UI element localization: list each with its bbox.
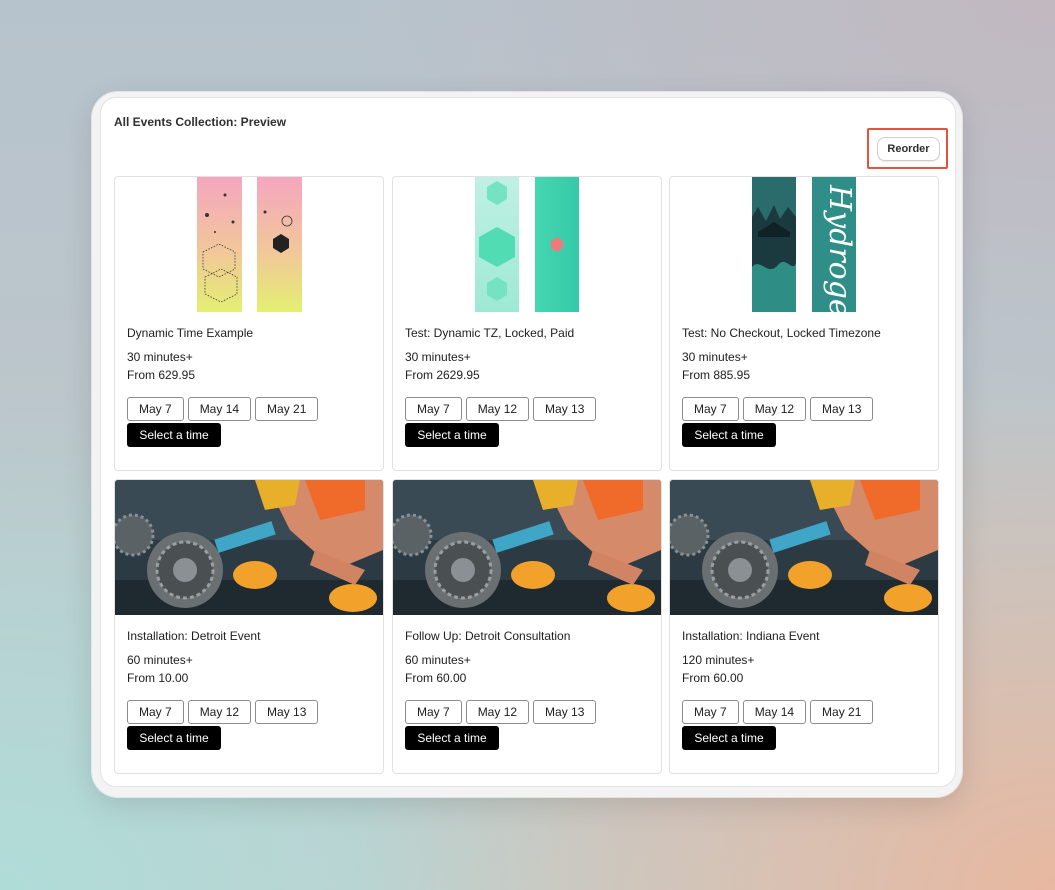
date-chip[interactable]: May 7 bbox=[682, 700, 739, 724]
date-chip[interactable]: May 7 bbox=[127, 700, 184, 724]
product-image-mechanic-gears[interactable] bbox=[670, 480, 938, 615]
product-price: From 885.95 bbox=[682, 368, 751, 382]
date-options: May 7 May 12 May 13 bbox=[405, 700, 597, 724]
date-chip[interactable]: May 13 bbox=[810, 397, 874, 421]
product-card[interactable]: Installation: Indiana Event 120 minutes+… bbox=[669, 479, 939, 774]
product-name[interactable]: Test: Dynamic TZ, Locked, Paid bbox=[405, 326, 574, 340]
product-name[interactable]: Installation: Indiana Event bbox=[682, 629, 819, 643]
product-duration: 30 minutes+ bbox=[405, 350, 471, 364]
date-chip[interactable]: May 12 bbox=[187, 700, 252, 724]
date-chip[interactable]: May 7 bbox=[682, 397, 739, 421]
date-chip[interactable]: May 12 bbox=[742, 397, 807, 421]
product-card[interactable]: Follow Up: Detroit Consultation 60 minut… bbox=[392, 479, 662, 774]
page-title: All Events Collection: Preview bbox=[114, 115, 287, 129]
product-name[interactable]: Follow Up: Detroit Consultation bbox=[405, 629, 570, 643]
product-duration: 60 minutes+ bbox=[405, 653, 471, 667]
hydrogen-script-text: Hydrogen bbox=[822, 184, 857, 312]
date-options: May 7 May 14 May 21 bbox=[127, 397, 319, 421]
date-options: May 7 May 12 May 13 bbox=[682, 397, 874, 421]
product-card[interactable]: Test: Dynamic TZ, Locked, Paid 30 minute… bbox=[392, 176, 662, 471]
product-image-mechanic-gears[interactable] bbox=[115, 480, 383, 615]
date-chip[interactable]: May 13 bbox=[533, 397, 597, 421]
date-chip[interactable]: May 14 bbox=[742, 700, 807, 724]
date-chip[interactable]: May 14 bbox=[187, 397, 252, 421]
select-time-button[interactable]: Select a time bbox=[405, 423, 499, 447]
select-time-button[interactable]: Select a time bbox=[682, 726, 776, 750]
product-name[interactable]: Installation: Detroit Event bbox=[127, 629, 260, 643]
product-card[interactable]: Dynamic Time Example 30 minutes+ From 62… bbox=[114, 176, 384, 471]
date-chip[interactable]: May 7 bbox=[127, 397, 184, 421]
select-time-button[interactable]: Select a time bbox=[405, 726, 499, 750]
date-chip[interactable]: May 7 bbox=[405, 397, 462, 421]
product-name[interactable]: Test: No Checkout, Locked Timezone bbox=[682, 326, 881, 340]
select-time-button[interactable]: Select a time bbox=[127, 423, 221, 447]
product-image-snowboard-pink[interactable] bbox=[115, 177, 383, 312]
select-time-button[interactable]: Select a time bbox=[127, 726, 221, 750]
date-options: May 7 May 12 May 13 bbox=[405, 397, 597, 421]
date-chip[interactable]: May 13 bbox=[255, 700, 319, 724]
product-price: From 60.00 bbox=[405, 671, 467, 685]
product-price: From 60.00 bbox=[682, 671, 744, 685]
product-image-snowboard-mint[interactable] bbox=[393, 177, 661, 312]
date-chip[interactable]: May 12 bbox=[465, 397, 530, 421]
product-card[interactable]: Hydrogen Test: No Checkout, Locked Timez… bbox=[669, 176, 939, 471]
date-chip[interactable]: May 13 bbox=[533, 700, 597, 724]
reorder-button[interactable]: Reorder bbox=[877, 137, 940, 161]
select-time-button[interactable]: Select a time bbox=[682, 423, 776, 447]
product-duration: 120 minutes+ bbox=[682, 653, 755, 667]
product-image-mechanic-gears[interactable] bbox=[393, 480, 661, 615]
preview-screen: All Events Collection: Preview Reorder D… bbox=[100, 97, 956, 787]
date-chip[interactable]: May 7 bbox=[405, 700, 462, 724]
product-name[interactable]: Dynamic Time Example bbox=[127, 326, 253, 340]
product-price: From 629.95 bbox=[127, 368, 196, 382]
date-chip[interactable]: May 21 bbox=[255, 397, 319, 421]
product-price: From 2629.95 bbox=[405, 368, 480, 382]
date-options: May 7 May 14 May 21 bbox=[682, 700, 874, 724]
product-card[interactable]: Installation: Detroit Event 60 minutes+ … bbox=[114, 479, 384, 774]
date-chip[interactable]: May 12 bbox=[465, 700, 530, 724]
device-frame: All Events Collection: Preview Reorder D… bbox=[92, 92, 962, 797]
product-duration: 30 minutes+ bbox=[682, 350, 748, 364]
product-duration: 60 minutes+ bbox=[127, 653, 193, 667]
product-duration: 30 minutes+ bbox=[127, 350, 193, 364]
product-price: From 10.00 bbox=[127, 671, 189, 685]
product-image-snowboard-hydrogen[interactable]: Hydrogen bbox=[670, 177, 938, 312]
date-chip[interactable]: May 21 bbox=[810, 700, 874, 724]
date-options: May 7 May 12 May 13 bbox=[127, 700, 319, 724]
